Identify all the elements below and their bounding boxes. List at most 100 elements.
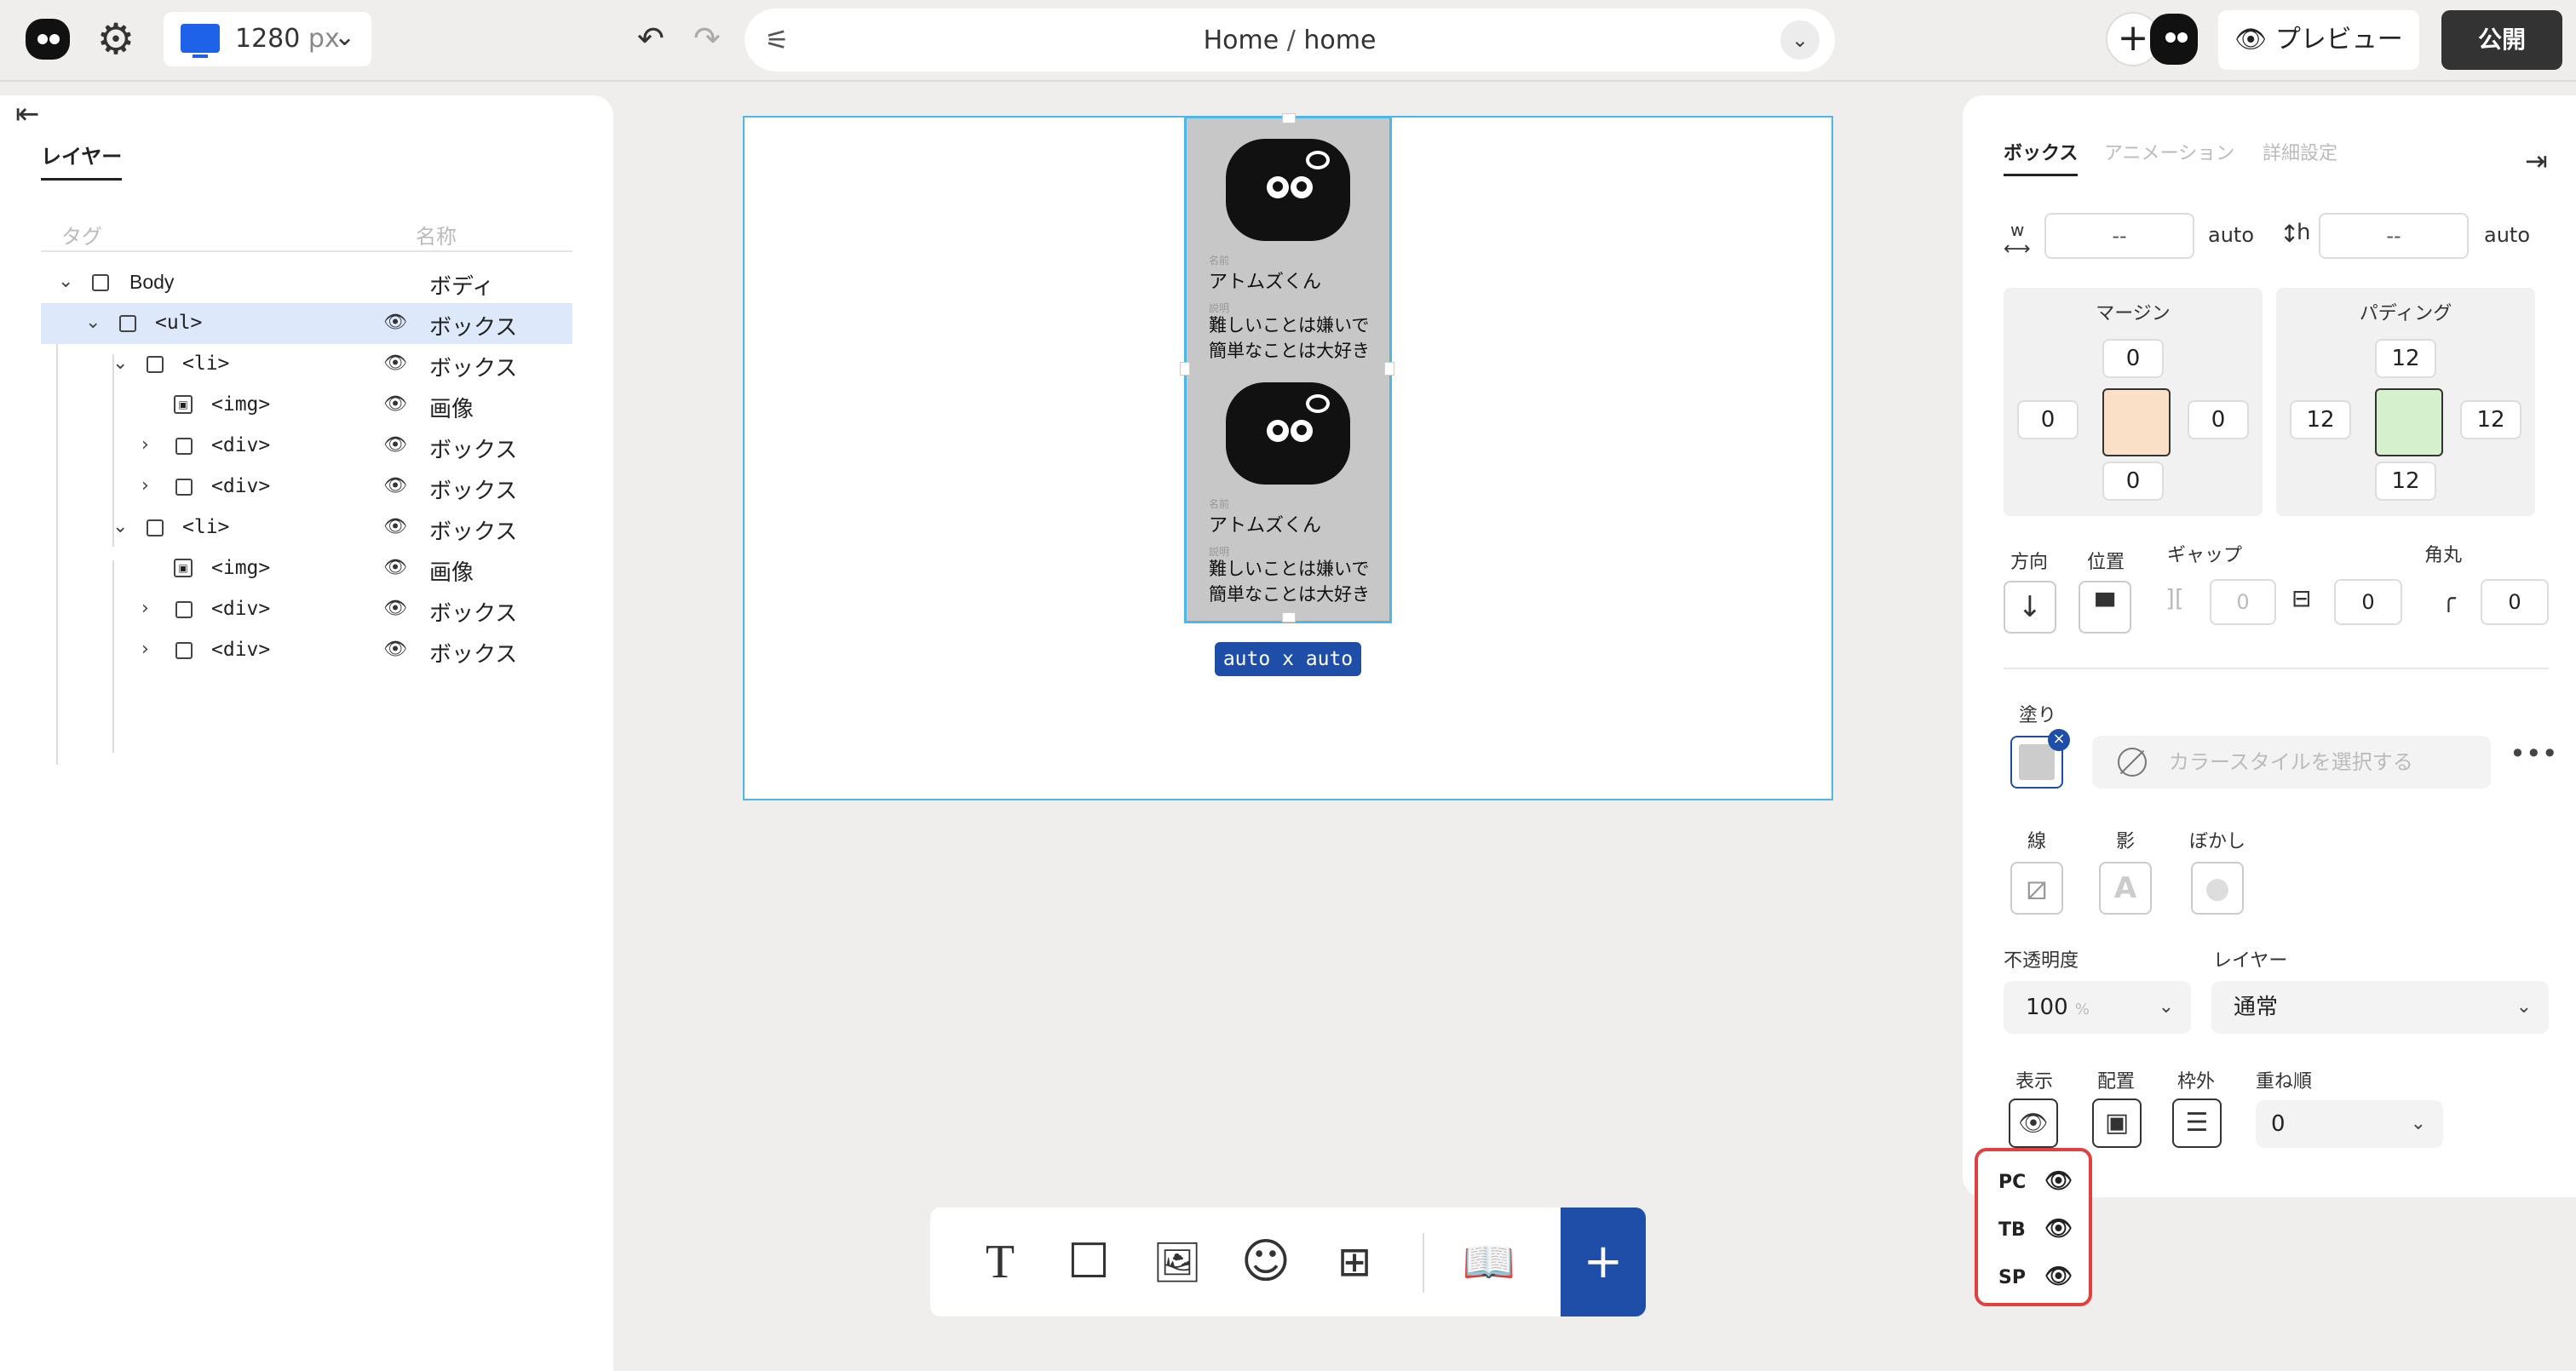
add-element-button[interactable]: +: [1561, 1208, 1646, 1317]
padding-right-input[interactable]: 12: [2460, 400, 2521, 439]
grid-tool-icon[interactable]: ⊞: [1324, 1231, 1385, 1293]
eye-icon[interactable]: 👁: [2044, 1168, 2073, 1194]
width-auto-toggle[interactable]: auto: [2208, 223, 2254, 247]
device-width-select[interactable]: 1280 px ⌄: [164, 12, 371, 66]
eye-icon[interactable]: 👁: [383, 557, 407, 578]
opacity-select[interactable]: 100 % ⌄: [2004, 981, 2191, 1034]
arrow-down-icon[interactable]: ↓: [2004, 581, 2056, 634]
collapse-left-icon[interactable]: ⇤: [15, 97, 40, 131]
color-style-select[interactable]: カラースタイルを選択する: [2092, 736, 2491, 789]
chevron-right-icon[interactable]: ›: [141, 434, 149, 456]
preview-label: プレビュー: [2274, 25, 2403, 54]
avatar[interactable]: [2150, 14, 2198, 65]
margin-bottom-input[interactable]: 0: [2102, 462, 2164, 501]
visibility-pc[interactable]: PC 👁: [1998, 1168, 2073, 1194]
eye-icon[interactable]: 👁: [383, 434, 407, 456]
chevron-right-icon[interactable]: ›: [141, 475, 149, 496]
zorder-select[interactable]: 0 ⌄: [2256, 1100, 2443, 1148]
layer-row[interactable]: ⌄ Body ボディ: [41, 262, 572, 303]
image-tool-icon[interactable]: 🖼: [1147, 1231, 1208, 1293]
resize-handle[interactable]: [1180, 362, 1190, 376]
eye-icon[interactable]: 👁: [2044, 1264, 2073, 1289]
layer-row[interactable]: › <div> 👁 ボックス: [41, 589, 572, 630]
mascot-image: [1226, 139, 1350, 241]
eye-icon[interactable]: 👁: [383, 475, 407, 496]
eye-icon[interactable]: 👁: [383, 516, 407, 537]
layer-row[interactable]: › <div> 👁 ボックス: [41, 467, 572, 508]
blend-layer-select[interactable]: 通常 ⌄: [2211, 981, 2549, 1034]
stroke-none-icon[interactable]: ⧄: [2010, 862, 2063, 915]
margin-left-input[interactable]: 0: [2017, 400, 2079, 439]
blur-circle-icon[interactable]: ●: [2191, 862, 2244, 915]
layer-row[interactable]: › <div> 👁 ボックス: [41, 426, 572, 467]
text-tool-icon[interactable]: T: [969, 1231, 1031, 1293]
preview-button[interactable]: 👁 プレビュー: [2218, 10, 2419, 70]
padding-bottom-input[interactable]: 12: [2375, 462, 2436, 501]
radius-input[interactable]: 0: [2481, 579, 2549, 625]
chevron-down-icon[interactable]: ⌄: [112, 353, 128, 374]
margin-top-input[interactable]: 0: [2102, 339, 2164, 378]
eye-icon[interactable]: 👁: [383, 312, 407, 333]
chevron-right-icon[interactable]: ›: [141, 598, 149, 619]
chevron-down-icon[interactable]: ⌄: [85, 312, 101, 333]
layer-tag: Body: [129, 271, 175, 293]
padding-top-input[interactable]: 12: [2375, 339, 2436, 378]
gap-row-input[interactable]: 0: [2334, 579, 2402, 625]
layers-header: タグ 名称: [41, 220, 572, 252]
eye-icon[interactable]: 👁: [383, 598, 407, 619]
layer-row[interactable]: ⌄ <li> 👁 ボックス: [41, 344, 572, 385]
chevron-down-icon: ⌄: [334, 22, 356, 52]
close-icon[interactable]: ×: [2048, 729, 2070, 751]
layer-row[interactable]: › <div> 👁 ボックス: [41, 630, 572, 671]
chevron-down-icon[interactable]: ⌄: [58, 271, 73, 292]
box-tool-icon[interactable]: ☐: [1058, 1231, 1119, 1293]
tab-animation[interactable]: アニメーション: [2104, 138, 2234, 165]
padding-box: パディング 12 12 12 12: [2276, 288, 2535, 516]
page-path-bar[interactable]: ⚟ Home / home ⌄: [745, 9, 1835, 72]
shadow-text-icon[interactable]: A: [2099, 862, 2152, 915]
more-icon[interactable]: •••: [2510, 737, 2558, 770]
margin-right-input[interactable]: 0: [2188, 400, 2249, 439]
eye-icon[interactable]: 👁: [2044, 1216, 2073, 1242]
eye-icon[interactable]: 👁: [383, 393, 407, 415]
layer-row[interactable]: ⌄ <ul> 👁 ボックス: [41, 303, 572, 344]
collapse-right-icon[interactable]: ⇥: [2525, 145, 2548, 177]
eye-icon[interactable]: 👁: [383, 353, 407, 374]
layer-row[interactable]: ▣ <img> 👁 画像: [41, 548, 572, 589]
placement-icon[interactable]: ▣: [2092, 1099, 2142, 1148]
overflow-icon[interactable]: ☰: [2172, 1099, 2222, 1148]
publish-button[interactable]: 公開: [2441, 10, 2562, 70]
tab-advanced[interactable]: 詳細設定: [2263, 138, 2337, 165]
width-input[interactable]: --: [2044, 213, 2194, 259]
visibility-sp[interactable]: SP 👁: [1998, 1264, 2073, 1289]
resize-handle[interactable]: [1282, 612, 1296, 622]
app-logo[interactable]: [26, 19, 70, 60]
gap-column-input[interactable]: 0: [2210, 579, 2276, 625]
chevron-down-icon[interactable]: ⌄: [112, 516, 128, 537]
undo-icon[interactable]: ↶: [637, 19, 664, 58]
gear-icon[interactable]: ⚙: [94, 17, 138, 61]
emoji-tool-icon[interactable]: ☺: [1235, 1231, 1297, 1293]
padding-left-input[interactable]: 12: [2290, 400, 2351, 439]
visibility-tb[interactable]: TB 👁: [1998, 1216, 2073, 1242]
page-name: Home: [1203, 26, 1279, 55]
tab-layers[interactable]: レイヤー: [41, 140, 123, 181]
resize-handle[interactable]: [1282, 113, 1296, 123]
resize-handle[interactable]: [1384, 362, 1394, 376]
chevron-right-icon[interactable]: ›: [141, 639, 149, 660]
height-auto-toggle[interactable]: auto: [2484, 223, 2530, 247]
zorder-value: 0: [2271, 1111, 2286, 1137]
layer-row[interactable]: ▣ <img> 👁 画像: [41, 385, 572, 426]
selected-box[interactable]: 名前 アトムズくん 説明 難しいことは嫌いで簡単なことは大好き 名前 アトムズく…: [1180, 113, 1394, 623]
eye-icon[interactable]: 👁: [2009, 1099, 2058, 1148]
eye-icon[interactable]: 👁: [383, 639, 407, 660]
book-icon[interactable]: 📖: [1458, 1231, 1520, 1293]
redo-icon[interactable]: ↷: [693, 19, 721, 58]
align-top-icon[interactable]: ▀: [2079, 581, 2131, 634]
layer-label: レイヤー: [2213, 950, 2288, 972]
height-input[interactable]: --: [2319, 213, 2469, 259]
layer-row[interactable]: ⌄ <li> 👁 ボックス: [41, 508, 572, 548]
chevron-down-icon[interactable]: ⌄: [1780, 20, 1820, 60]
tab-box[interactable]: ボックス: [2004, 138, 2079, 176]
column-tag: タグ: [61, 225, 102, 249]
